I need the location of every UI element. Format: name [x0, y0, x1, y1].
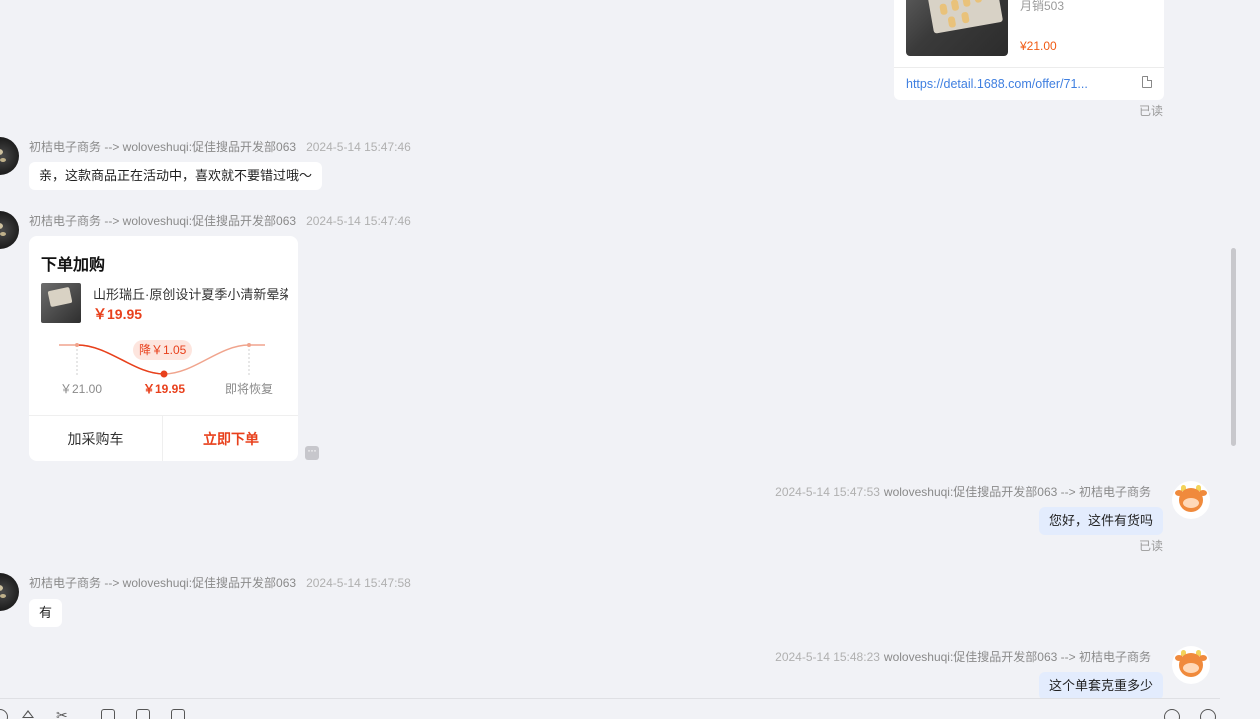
screenshot-icon[interactable]	[101, 709, 115, 719]
order-product-price: ￥19.95	[93, 306, 143, 322]
order-product-thumbnail[interactable]	[41, 283, 81, 323]
message-bubble[interactable]: 有	[29, 599, 63, 627]
product-price: ¥21.00	[1020, 39, 1057, 53]
divider	[894, 67, 1164, 68]
emoji-icon[interactable]	[0, 709, 8, 719]
avatar[interactable]	[0, 211, 19, 249]
sender-route: 初桔电子商务 --> woloveshuqi:促佳搜品开发部063	[29, 214, 297, 228]
order-card-title: 下单加购	[41, 257, 106, 274]
timestamp: 2024-5-14 15:47:46	[306, 140, 411, 154]
more-options-icon[interactable]	[305, 443, 319, 460]
buy-now-button[interactable]: 立即下单	[164, 416, 298, 461]
video-icon[interactable]	[171, 709, 185, 719]
avatar[interactable]	[0, 137, 19, 175]
price-point-current	[160, 370, 168, 378]
avatar[interactable]	[1172, 481, 1210, 519]
avatar[interactable]	[0, 573, 19, 611]
price-point-restore	[247, 343, 251, 347]
original-price-label: ￥21.00	[60, 382, 103, 396]
restore-label: 即将恢复	[225, 382, 274, 396]
order-product-name[interactable]: 山形瑞丘·原创设计夏季小清新晕染	[93, 284, 288, 303]
product-link[interactable]: https://detail.1688.com/offer/71...	[906, 77, 1088, 91]
sender-route: woloveshuqi:促佳搜品开发部063 --> 初桔电子商务	[883, 650, 1151, 664]
message-meta: 2024-5-14 15:48:23 woloveshuqi:促佳搜品开发部063…	[775, 648, 1151, 665]
folder-icon[interactable]	[136, 709, 150, 719]
timestamp: 2024-5-14 15:48:23	[775, 650, 880, 664]
sender-route: woloveshuqi:促佳搜品开发部063 --> 初桔电子商务	[883, 485, 1151, 499]
copy-link-icon[interactable]	[1142, 76, 1152, 88]
message-meta: 初桔电子商务 --> woloveshuqi:促佳搜品开发部063 2024-5-…	[29, 138, 411, 155]
read-status: 已读	[1139, 539, 1164, 553]
scissors-icon[interactable]: ✂	[56, 708, 68, 719]
timestamp: 2024-5-14 15:47:53	[775, 485, 880, 499]
sender-route: 初桔电子商务 --> woloveshuqi:促佳搜品开发部063	[29, 576, 297, 590]
font-icon[interactable]	[22, 710, 34, 718]
message-bubble[interactable]: 这个单套克重多少	[1038, 672, 1163, 700]
order-card-actions: 加采购车 立即下单	[29, 415, 298, 461]
timestamp: 2024-5-14 15:47:46	[306, 214, 411, 228]
product-thumbnail[interactable]	[906, 0, 1008, 56]
sender-route: 初桔电子商务 --> woloveshuqi:促佳搜品开发部063	[29, 140, 297, 154]
message-meta: 初桔电子商务 --> woloveshuqi:促佳搜品开发部063 2024-5-…	[29, 212, 411, 229]
read-status: 已读	[1139, 104, 1164, 118]
input-toolbar: ✂	[0, 698, 1220, 719]
send-up-icon[interactable]	[1164, 709, 1180, 719]
message-meta: 初桔电子商务 --> woloveshuqi:促佳搜品开发部063 2024-5-…	[29, 574, 411, 591]
avatar[interactable]	[1172, 646, 1210, 684]
message-bubble[interactable]: 您好，这件有货吗	[1038, 507, 1163, 535]
product-card[interactable]: 月销503 ¥21.00 https://detail.1688.com/off…	[894, 0, 1164, 100]
history-icon[interactable]	[1200, 709, 1216, 719]
message-bubble[interactable]: 亲，这款商品正在活动中，喜欢就不要错过哦～	[29, 162, 323, 190]
message-meta: 2024-5-14 15:47:53 woloveshuqi:促佳搜品开发部063…	[775, 483, 1151, 500]
timestamp: 2024-5-14 15:47:58	[306, 576, 411, 590]
price-drop-badge: 降￥1.05	[133, 340, 193, 360]
order-card[interactable]: 下单加购 山形瑞丘·原创设计夏季小清新晕染 ￥19.95 降￥1.05 ￥21.…	[29, 236, 298, 461]
scrollbar-thumb[interactable]	[1231, 248, 1236, 446]
product-sales: 月销503	[1020, 0, 1065, 13]
add-to-cart-button[interactable]: 加采购车	[29, 416, 163, 461]
current-price-label: ￥19.95	[143, 382, 186, 396]
price-point-original	[75, 343, 79, 347]
